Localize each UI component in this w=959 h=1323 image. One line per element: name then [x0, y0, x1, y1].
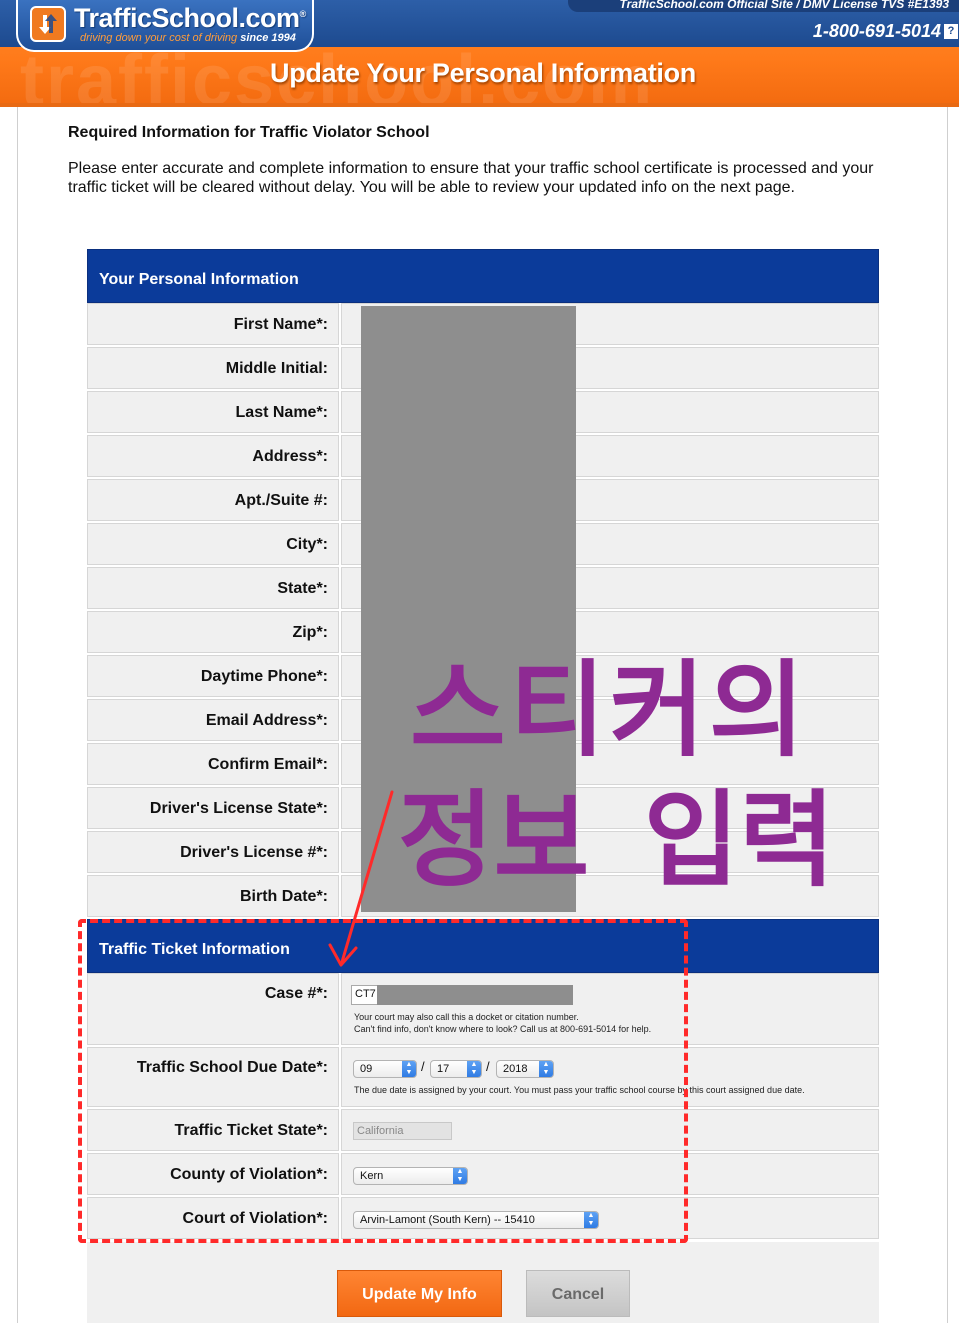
- annotation-arrow: [328, 790, 394, 967]
